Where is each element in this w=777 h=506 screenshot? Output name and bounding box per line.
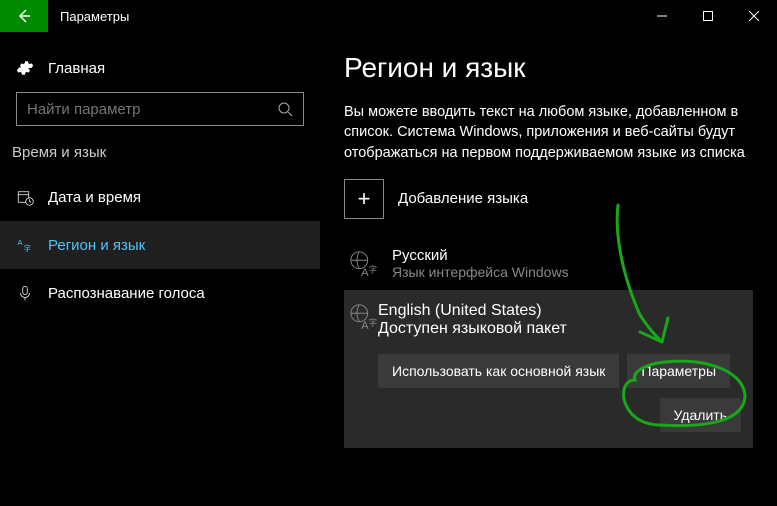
language-globe-icon: A字 bbox=[348, 302, 378, 332]
language-globe-icon: A字 bbox=[348, 247, 392, 279]
microphone-icon bbox=[16, 284, 48, 302]
search-box[interactable] bbox=[16, 92, 304, 126]
maximize-button[interactable] bbox=[685, 0, 731, 32]
language-icon: A字 bbox=[16, 236, 48, 254]
set-default-button[interactable]: Использовать как основной язык bbox=[378, 354, 619, 388]
svg-text:字: 字 bbox=[369, 264, 377, 274]
main-panel: Регион и язык Вы можете вводить текст на… bbox=[320, 32, 777, 506]
gear-icon bbox=[16, 59, 48, 77]
home-label: Главная bbox=[48, 60, 105, 77]
sidebar: Главная Время и язык Дата и время A字 Рег… bbox=[0, 32, 320, 506]
sidebar-item-label: Регион и язык bbox=[48, 237, 145, 254]
sidebar-item-label: Распознавание голоса bbox=[48, 285, 205, 302]
language-item-english-selected[interactable]: A字 English (United States) Доступен язык… bbox=[344, 290, 753, 448]
calendar-clock-icon bbox=[16, 188, 48, 206]
search-icon bbox=[277, 101, 293, 117]
window-controls bbox=[639, 0, 777, 32]
language-item-russian[interactable]: A字 Русский Язык интерфейса Windows bbox=[344, 237, 753, 290]
sidebar-item-label: Дата и время bbox=[48, 189, 141, 206]
add-language-label: Добавление языка bbox=[398, 190, 528, 207]
sidebar-item-speech[interactable]: Распознавание голоса bbox=[0, 269, 320, 317]
arrow-left-icon bbox=[16, 8, 32, 24]
page-description: Вы можете вводить текст на любом языке, … bbox=[344, 102, 753, 163]
titlebar: Параметры bbox=[0, 0, 777, 32]
window-title: Параметры bbox=[48, 9, 129, 24]
svg-text:字: 字 bbox=[24, 243, 32, 253]
options-button[interactable]: Параметры bbox=[627, 354, 730, 388]
search-input[interactable] bbox=[27, 101, 277, 118]
remove-button[interactable]: Удалить bbox=[660, 398, 741, 432]
back-button[interactable] bbox=[0, 0, 48, 32]
svg-text:字: 字 bbox=[369, 317, 377, 327]
language-subtitle: Язык интерфейса Windows bbox=[392, 264, 569, 280]
home-nav[interactable]: Главная bbox=[0, 44, 320, 92]
section-header: Время и язык bbox=[0, 144, 320, 173]
close-button[interactable] bbox=[731, 0, 777, 32]
page-title: Регион и язык bbox=[344, 52, 753, 84]
language-subtitle: Доступен языковой пакет bbox=[378, 320, 567, 338]
add-language-button[interactable]: + Добавление языка bbox=[344, 179, 753, 219]
svg-text:A: A bbox=[18, 238, 23, 247]
language-name: English (United States) bbox=[378, 302, 567, 320]
maximize-icon bbox=[703, 11, 713, 21]
sidebar-item-region-language[interactable]: A字 Регион и язык bbox=[0, 221, 320, 269]
minimize-button[interactable] bbox=[639, 0, 685, 32]
close-icon bbox=[749, 11, 759, 21]
sidebar-item-datetime[interactable]: Дата и время bbox=[0, 173, 320, 221]
language-name: Русский bbox=[392, 247, 569, 264]
minimize-icon bbox=[657, 11, 667, 21]
plus-icon: + bbox=[344, 179, 384, 219]
